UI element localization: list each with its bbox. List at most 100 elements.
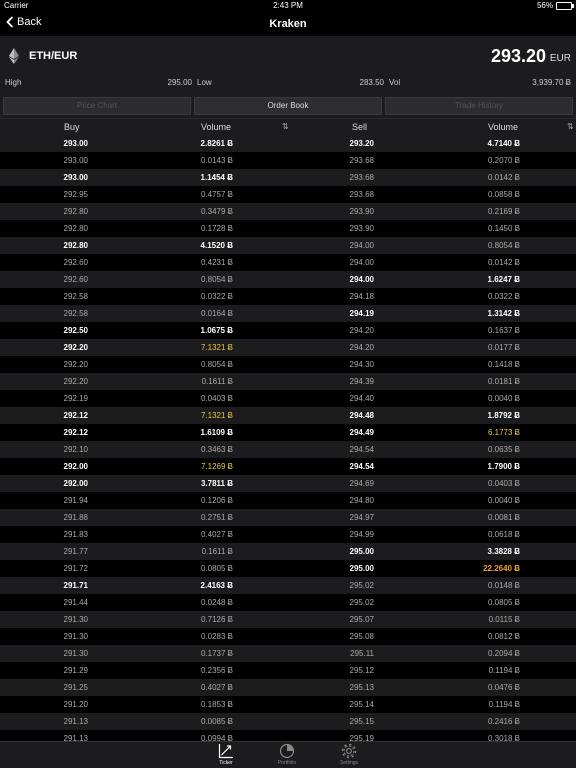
sell-price: 294.30: [349, 360, 374, 369]
table-row: 292.12 7.1321 Ƀ 294.48 1.8792 Ƀ: [0, 407, 576, 424]
tab-trade-history[interactable]: Trade History: [385, 97, 573, 115]
buy-volume: 0.1611 Ƀ: [201, 377, 233, 386]
buy-price: 291.44: [63, 598, 88, 607]
buy-volume: 0.3479 Ƀ: [200, 207, 233, 216]
sell-price: 294.54: [349, 445, 374, 454]
buy-volume: 0.1728 Ƀ: [200, 224, 233, 233]
battery-percent: 56%: [536, 1, 553, 10]
sell-price: 295.14: [349, 700, 374, 709]
sell-volume: 0.2416 Ƀ: [487, 717, 520, 726]
table-row: 292.80 4.1520 Ƀ 294.00 0.8054 Ƀ: [0, 237, 576, 254]
table-row: 293.00 1.1454 Ƀ 293.68 0.0142 Ƀ: [0, 169, 576, 186]
chart-line-icon: [218, 744, 233, 759]
buy-price: 293.00: [63, 139, 88, 148]
sell-volume: 0.0403 Ƀ: [487, 479, 520, 488]
table-row: 291.30 0.7126 Ƀ 295.07 0.0115 Ƀ: [0, 611, 576, 628]
sell-volume: 1.8792 Ƀ: [487, 411, 520, 420]
buy-price: 292.60: [63, 275, 88, 284]
tab-order-book[interactable]: Order Book: [194, 97, 382, 115]
sell-volume: 0.0322 Ƀ: [487, 292, 520, 301]
sell-volume: 6.1773 Ƀ: [487, 428, 520, 437]
view-segmented-control: Price Chart Order Book Trade History: [0, 90, 576, 118]
buy-price: 293.00: [63, 173, 88, 182]
sell-volume: 0.8054 Ƀ: [487, 241, 520, 250]
table-row: 291.29 0.2356 Ƀ 295.12 0.1194 Ƀ: [0, 662, 576, 679]
sort-arrows-icon[interactable]: ⇅: [282, 122, 289, 131]
table-row: 291.25 0.4027 Ƀ 295.13 0.0476 Ƀ: [0, 679, 576, 696]
buy-price: 292.20: [63, 377, 88, 386]
tab-portfolio[interactable]: Portfolio: [267, 743, 307, 766]
buy-price: 291.13: [63, 734, 88, 741]
sell-volume-column-header: Volume: [488, 122, 519, 132]
buy-price: 292.12: [63, 428, 88, 437]
sell-price: 294.40: [349, 394, 374, 403]
sell-volume: 0.0040 Ƀ: [487, 496, 520, 505]
table-row: 293.00 2.8261 Ƀ 293.20 4.7140 Ƀ: [0, 135, 576, 152]
buy-price: 291.30: [63, 615, 88, 624]
buy-price: 293.00: [63, 156, 88, 165]
buy-volume: 4.1520 Ƀ: [200, 241, 233, 250]
sell-volume: 4.7140 Ƀ: [487, 139, 520, 148]
sell-price: 295.08: [349, 632, 374, 641]
sell-price: 294.54: [349, 462, 374, 471]
buy-price: 292.20: [63, 360, 88, 369]
buy-price: 291.13: [63, 717, 88, 726]
buy-price: 291.30: [63, 632, 88, 641]
sell-price: 293.90: [349, 224, 374, 233]
sell-price: 293.90: [349, 207, 374, 216]
sell-price: 294.39: [349, 377, 374, 386]
buy-volume: 0.0994 Ƀ: [200, 734, 233, 741]
sell-price: 294.20: [349, 343, 374, 352]
buy-volume: 0.4027 Ƀ: [200, 530, 233, 539]
order-book-list[interactable]: 293.00 2.8261 Ƀ 293.20 4.7140 Ƀ 293.00 0.0143…: [0, 135, 576, 741]
sell-volume: 0.0618 Ƀ: [487, 530, 520, 539]
tab-label-portfolio: Portfolio: [277, 760, 297, 766]
sell-volume: 0.0635 Ƀ: [487, 445, 520, 454]
navigation-bar: Back Kraken: [0, 12, 576, 36]
sell-volume: 0.0177 Ƀ: [487, 343, 520, 352]
tab-label-settings: Settings: [339, 760, 359, 766]
sell-price: 294.00: [349, 241, 374, 250]
buy-volume: 0.3463 Ƀ: [200, 445, 233, 454]
buy-volume: 3.7811 Ƀ: [200, 479, 233, 488]
buy-price: 292.10: [63, 445, 88, 454]
sell-price: 293.20: [349, 139, 374, 148]
tab-price-chart[interactable]: Price Chart: [3, 97, 191, 115]
buy-price: 291.25: [63, 683, 88, 692]
buy-price: 292.95: [63, 190, 88, 199]
buy-volume: 7.1269 Ƀ: [200, 462, 233, 471]
buy-volume: 0.1737 Ƀ: [200, 649, 233, 658]
vol-label: Vol: [389, 78, 401, 87]
sell-price: 294.49: [349, 428, 374, 437]
sort-arrows-icon[interactable]: ⇅: [567, 122, 574, 131]
high-label: High: [5, 78, 22, 87]
ethereum-icon: [9, 48, 19, 64]
table-row: 292.80 0.1728 Ƀ 293.90 0.1450 Ƀ: [0, 220, 576, 237]
page-title: Kraken: [269, 18, 307, 30]
sell-price: 294.00: [349, 275, 374, 284]
table-row: 292.10 0.3463 Ƀ 294.54 0.0635 Ƀ: [0, 441, 576, 458]
sell-volume: 0.0142 Ƀ: [487, 173, 520, 182]
buy-volume: 0.4231 Ƀ: [200, 258, 233, 267]
table-row: 292.12 1.6109 Ƀ 294.49 6.1773 Ƀ: [0, 424, 576, 441]
table-row: 292.00 3.7811 Ƀ 294.69 0.0403 Ƀ: [0, 475, 576, 492]
tab-settings[interactable]: Settings: [329, 743, 369, 766]
sell-volume: 0.0181 Ƀ: [487, 377, 520, 386]
sell-volume: 0.0040 Ƀ: [487, 394, 520, 403]
buy-price: 292.58: [63, 292, 88, 301]
table-row: 291.83 0.4027 Ƀ 294.99 0.0618 Ƀ: [0, 526, 576, 543]
table-row: 292.00 7.1269 Ƀ 294.54 1.7900 Ƀ: [0, 458, 576, 475]
sell-volume: 0.1194 Ƀ: [488, 666, 520, 675]
sell-price: 295.15: [349, 717, 374, 726]
tab-ticker[interactable]: Ticker: [206, 743, 246, 766]
sell-price: 295.19: [349, 734, 374, 741]
buy-volume: 0.0085 Ƀ: [200, 717, 233, 726]
sell-price: 295.02: [349, 581, 374, 590]
sell-price: 295.13: [349, 683, 374, 692]
sell-volume: 0.0142 Ƀ: [487, 258, 520, 267]
table-row: 291.77 0.1611 Ƀ 295.00 3.3828 Ƀ: [0, 543, 576, 560]
sell-volume: 22.2640 Ƀ: [483, 564, 520, 573]
buy-volume: 1.0675 Ƀ: [200, 326, 233, 335]
buy-price: 291.29: [63, 666, 88, 675]
buy-volume: 7.1321 Ƀ: [200, 411, 233, 420]
